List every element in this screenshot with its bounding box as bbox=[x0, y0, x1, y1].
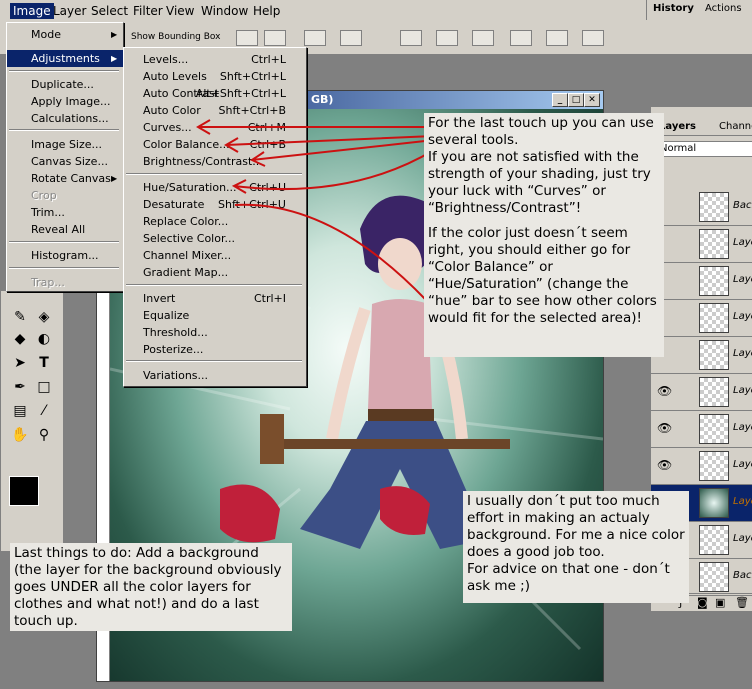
note-paragraph-color: If the color just doesn´t seem right, yo… bbox=[428, 225, 657, 326]
note-last-steps: Last things to do: Add a background (the… bbox=[10, 543, 292, 631]
note-adjust-tools: For the last touch up you can use severa… bbox=[424, 113, 664, 357]
note-background-advice: I usually don´t put too much effort in m… bbox=[463, 491, 689, 603]
note-paragraph-curves: For the last touch up you can use severa… bbox=[428, 115, 654, 216]
